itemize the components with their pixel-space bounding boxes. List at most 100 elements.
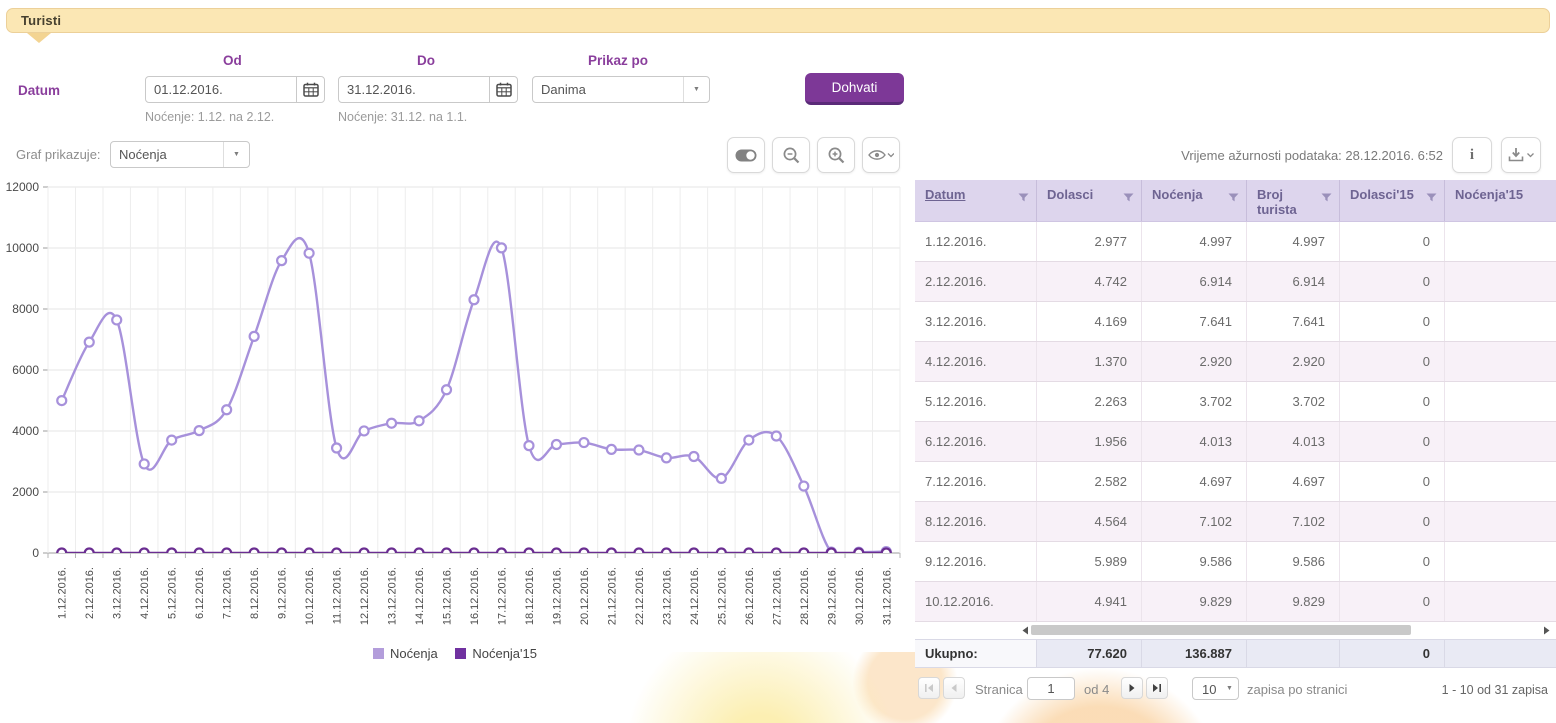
graf-prikazuje-value: Noćenja <box>111 142 223 167</box>
filter-icon[interactable] <box>1018 193 1029 203</box>
cell-value: 0 <box>1340 582 1445 621</box>
prikaz-po-select[interactable]: Danima ▼ <box>532 76 710 103</box>
next-page-button[interactable] <box>1121 677 1143 699</box>
svg-text:28.12.2016.: 28.12.2016. <box>799 567 811 625</box>
svg-text:12.12.2016.: 12.12.2016. <box>359 567 371 625</box>
table-row[interactable]: 4.12.2016.1.3702.9202.9200 <box>915 342 1556 382</box>
cell-value: 0 <box>1340 462 1445 501</box>
chart-legend: Noćenja Noćenja'15 <box>0 646 910 661</box>
prikaz-po-value: Danima <box>533 77 683 102</box>
svg-text:20.12.2016.: 20.12.2016. <box>579 567 591 625</box>
scrollbar-thumb[interactable] <box>1031 625 1411 635</box>
date-to-input[interactable] <box>339 77 489 102</box>
info-icon: i <box>1470 147 1474 164</box>
cell-value <box>1445 502 1556 541</box>
scroll-left-icon[interactable] <box>1021 626 1029 635</box>
table-row[interactable]: 9.12.2016.5.9899.5869.5860 <box>915 542 1556 582</box>
column-header-1[interactable]: Datum <box>915 180 1037 221</box>
last-page-button[interactable] <box>1146 677 1168 699</box>
table-row[interactable]: 7.12.2016.2.5824.6974.6970 <box>915 462 1556 502</box>
cell-value: 9.586 <box>1142 542 1247 581</box>
prev-page-icon <box>949 683 959 693</box>
cell-value: 0 <box>1340 542 1445 581</box>
svg-text:8.12.2016.: 8.12.2016. <box>249 567 261 619</box>
table-row[interactable]: 10.12.2016.4.9419.8299.8290 <box>915 582 1556 622</box>
cell-value <box>1445 342 1556 381</box>
column-header-6[interactable]: Noćenja'15 <box>1445 180 1556 221</box>
cell-value: 2.263 <box>1037 382 1142 421</box>
zoom-in-button[interactable] <box>817 137 855 173</box>
legend-item-nocenja15[interactable]: Noćenja'15 <box>455 646 537 661</box>
filter-icon[interactable] <box>1321 193 1332 203</box>
calendar-icon <box>303 82 319 97</box>
dohvati-button[interactable]: Dohvati <box>805 73 904 105</box>
page-input[interactable] <box>1027 677 1075 700</box>
cell-value: 4.941 <box>1037 582 1142 621</box>
cell-value <box>1445 262 1556 301</box>
cell-value: 6.914 <box>1247 262 1340 301</box>
info-button[interactable]: i <box>1452 137 1492 173</box>
legend-label: Noćenja'15 <box>472 646 537 661</box>
scroll-right-icon[interactable] <box>1543 626 1551 635</box>
graf-prikazuje-label: Graf prikazuje: <box>16 147 101 162</box>
cell-value: 1.956 <box>1037 422 1142 461</box>
table-row[interactable]: 6.12.2016.1.9564.0134.0130 <box>915 422 1556 462</box>
cell-value: 4.997 <box>1247 222 1340 261</box>
cell-date: 5.12.2016. <box>915 382 1037 421</box>
table-row[interactable]: 5.12.2016.2.2633.7023.7020 <box>915 382 1556 422</box>
svg-text:23.12.2016.: 23.12.2016. <box>661 567 673 625</box>
svg-text:4000: 4000 <box>12 424 39 438</box>
visibility-button[interactable] <box>862 137 900 173</box>
do-label: Do <box>417 53 435 68</box>
graf-prikazuje-select[interactable]: Noćenja ▼ <box>110 141 250 168</box>
cell-value: 0 <box>1340 222 1445 261</box>
horizontal-scrollbar[interactable] <box>915 622 1556 639</box>
table-header: DatumDolasciNoćenjaBroj turistaDolasci'1… <box>915 180 1556 222</box>
download-button[interactable] <box>1501 137 1541 173</box>
svg-text:5.12.2016.: 5.12.2016. <box>167 567 179 619</box>
filter-icon[interactable] <box>1123 193 1134 203</box>
cell-value: 0 <box>1340 502 1445 541</box>
data-updated-label: Vrijeme ažurnosti podataka: 28.12.2016. … <box>1181 148 1443 163</box>
cell-date: 7.12.2016. <box>915 462 1037 501</box>
column-header-2[interactable]: Dolasci <box>1037 180 1142 221</box>
cell-value: 9.586 <box>1247 542 1340 581</box>
filter-icon[interactable] <box>1228 193 1239 203</box>
prev-page-button[interactable] <box>943 677 965 699</box>
cell-value: 3.702 <box>1142 382 1247 421</box>
svg-text:10000: 10000 <box>6 241 40 255</box>
first-page-button[interactable] <box>918 677 940 699</box>
svg-text:16.12.2016.: 16.12.2016. <box>469 567 481 625</box>
chevron-down-icon: ▼ <box>1221 678 1238 699</box>
svg-text:4.12.2016.: 4.12.2016. <box>139 567 151 619</box>
svg-text:9.12.2016.: 9.12.2016. <box>277 567 289 619</box>
date-from-calendar-button[interactable] <box>296 77 324 102</box>
cell-value: 2.920 <box>1247 342 1340 381</box>
page-count-label: od 4 <box>1084 682 1109 697</box>
svg-text:22.12.2016.: 22.12.2016. <box>634 567 646 625</box>
legend-item-nocenja[interactable]: Noćenja <box>373 646 438 661</box>
table-row[interactable]: 2.12.2016.4.7426.9146.9140 <box>915 262 1556 302</box>
cell-value: 4.564 <box>1037 502 1142 541</box>
svg-text:18.12.2016.: 18.12.2016. <box>524 567 536 625</box>
filter-icon[interactable] <box>1426 193 1437 203</box>
column-header-5[interactable]: Dolasci'15 <box>1340 180 1445 221</box>
svg-text:2000: 2000 <box>12 485 39 499</box>
cell-date: 3.12.2016. <box>915 302 1037 341</box>
first-page-icon <box>924 683 934 693</box>
date-to-calendar-button[interactable] <box>489 77 517 102</box>
table-row[interactable]: 1.12.2016.2.9774.9974.9970 <box>915 222 1556 262</box>
cell-value: 0 <box>1340 262 1445 301</box>
date-from-input[interactable] <box>146 77 296 102</box>
cell-value: 4.169 <box>1037 302 1142 341</box>
page-size-select[interactable]: 10 ▼ <box>1192 677 1239 700</box>
column-header-3[interactable]: Noćenja <box>1142 180 1247 221</box>
table-row[interactable]: 8.12.2016.4.5647.1027.1020 <box>915 502 1556 542</box>
series-toggle-button[interactable] <box>727 137 765 173</box>
table-row[interactable]: 3.12.2016.4.1697.6417.6410 <box>915 302 1556 342</box>
tab-pointer <box>27 33 51 43</box>
cell-value: 7.641 <box>1142 302 1247 341</box>
cell-value: 2.920 <box>1142 342 1247 381</box>
zoom-out-button[interactable] <box>772 137 810 173</box>
column-header-4[interactable]: Broj turista <box>1247 180 1340 221</box>
